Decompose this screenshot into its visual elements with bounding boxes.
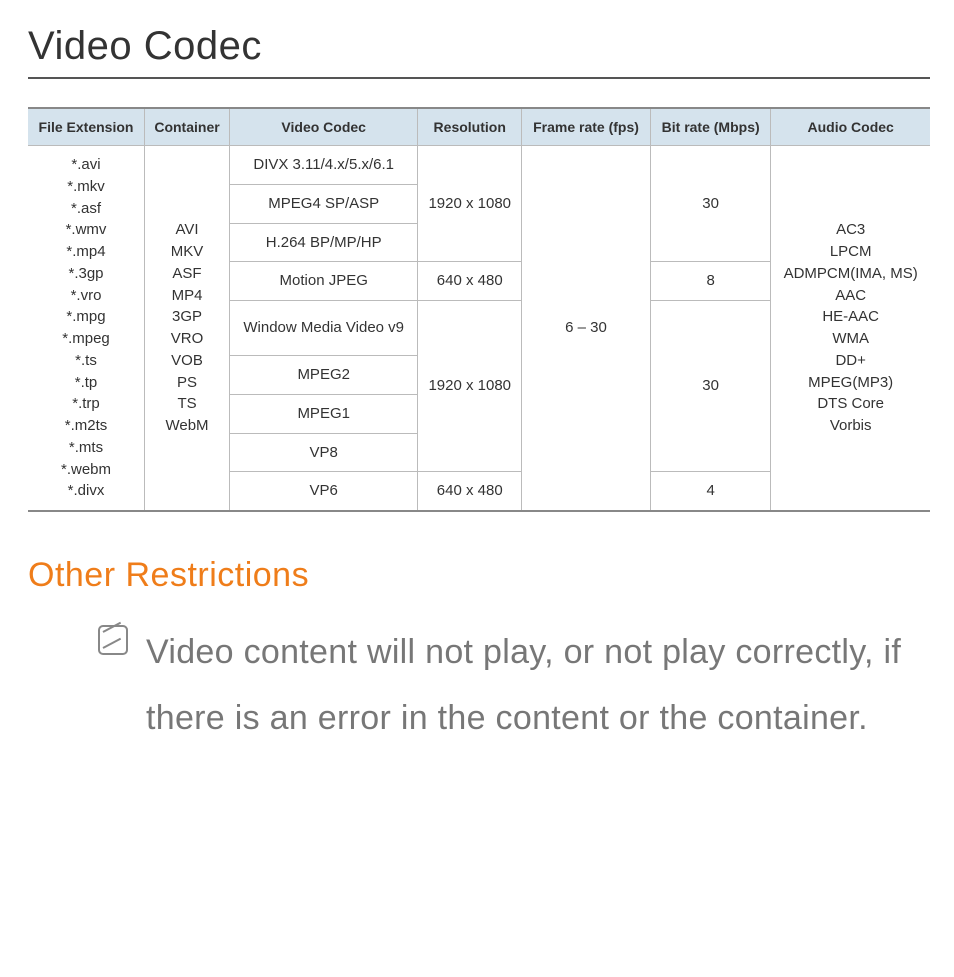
list-value: *.wmv — [34, 219, 138, 241]
list-value: LPCM — [777, 241, 924, 263]
list-value: MP4 — [151, 285, 223, 307]
list-value: WMA — [777, 328, 924, 350]
cell-containers: AVIMKVASFMP43GPVROVOBPSTSWebM — [145, 146, 230, 512]
list-value: *.ts — [34, 350, 138, 372]
list-value: AVI — [151, 219, 223, 241]
cell-bitrate-30-b: 30 — [650, 301, 770, 472]
list-value: MKV — [151, 241, 223, 263]
list-value: *.asf — [34, 198, 138, 220]
cell-vcodec-mpeg1: MPEG1 — [230, 394, 418, 433]
list-value: VOB — [151, 350, 223, 372]
list-value: *.webm — [34, 459, 138, 481]
cell-file-extensions: *.avi*.mkv*.asf*.wmv*.mp4*.3gp*.vro*.mpg… — [28, 146, 145, 512]
col-header-video-codec: Video Codec — [230, 108, 418, 146]
list-value: *.mp4 — [34, 241, 138, 263]
video-codec-table: File Extension Container Video Codec Res… — [28, 107, 930, 512]
col-header-container: Container — [145, 108, 230, 146]
list-value: *.3gp — [34, 263, 138, 285]
cell-vcodec-wmv9: Window Media Video v9 — [230, 301, 418, 356]
list-value: *.avi — [34, 154, 138, 176]
list-value: WebM — [151, 415, 223, 437]
cell-audio-codecs: AC3LPCMADMPCM(IMA, MS)AACHE-AACWMADD+MPE… — [771, 146, 930, 512]
cell-vcodec-h264: H.264 BP/MP/HP — [230, 223, 418, 262]
col-header-frame-rate: Frame rate (fps) — [522, 108, 651, 146]
cell-res-1080-b: 1920 x 1080 — [418, 301, 522, 472]
list-value: AC3 — [777, 219, 924, 241]
list-value: *.mts — [34, 437, 138, 459]
list-value: 3GP — [151, 306, 223, 328]
cell-res-480-a: 640 x 480 — [418, 262, 522, 301]
col-header-bit-rate: Bit rate (Mbps) — [650, 108, 770, 146]
list-value: HE-AAC — [777, 306, 924, 328]
cell-vcodec-vp8: VP8 — [230, 433, 418, 472]
list-value: MPEG(MP3) — [777, 372, 924, 394]
cell-vcodec-vp6: VP6 — [230, 472, 418, 511]
cell-vcodec-mpeg4: MPEG4 SP/ASP — [230, 184, 418, 223]
list-value: *.m2ts — [34, 415, 138, 437]
list-value: *.mkv — [34, 176, 138, 198]
list-value: *.tp — [34, 372, 138, 394]
list-value: Vorbis — [777, 415, 924, 437]
page-title: Video Codec — [28, 24, 930, 79]
list-value: DD+ — [777, 350, 924, 372]
list-value: DTS Core — [777, 393, 924, 415]
col-header-audio-codec: Audio Codec — [771, 108, 930, 146]
cell-bitrate-4: 4 — [650, 472, 770, 511]
list-value: *.trp — [34, 393, 138, 415]
col-header-resolution: Resolution — [418, 108, 522, 146]
col-header-extension: File Extension — [28, 108, 145, 146]
cell-res-1080-a: 1920 x 1080 — [418, 146, 522, 262]
cell-vcodec-mjpeg: Motion JPEG — [230, 262, 418, 301]
list-value: PS — [151, 372, 223, 394]
list-value: *.mpeg — [34, 328, 138, 350]
cell-bitrate-30-a: 30 — [650, 146, 770, 262]
list-value: *.divx — [34, 480, 138, 502]
cell-res-480-b: 640 x 480 — [418, 472, 522, 511]
note-item: Video content will not play, or not play… — [28, 619, 930, 752]
list-value: *.vro — [34, 285, 138, 307]
note-icon — [98, 625, 128, 655]
list-value: AAC — [777, 285, 924, 307]
section-title-other-restrictions: Other Restrictions — [28, 556, 930, 595]
cell-bitrate-8: 8 — [650, 262, 770, 301]
list-value: TS — [151, 393, 223, 415]
note-text: Video content will not play, or not play… — [146, 619, 930, 752]
list-value: VRO — [151, 328, 223, 350]
list-value: *.mpg — [34, 306, 138, 328]
list-value: ASF — [151, 263, 223, 285]
list-value: ADMPCM(IMA, MS) — [777, 263, 924, 285]
cell-fps-range: 6 – 30 — [522, 146, 651, 512]
cell-vcodec-divx: DIVX 3.11/4.x/5.x/6.1 — [230, 146, 418, 185]
cell-vcodec-mpeg2: MPEG2 — [230, 356, 418, 395]
